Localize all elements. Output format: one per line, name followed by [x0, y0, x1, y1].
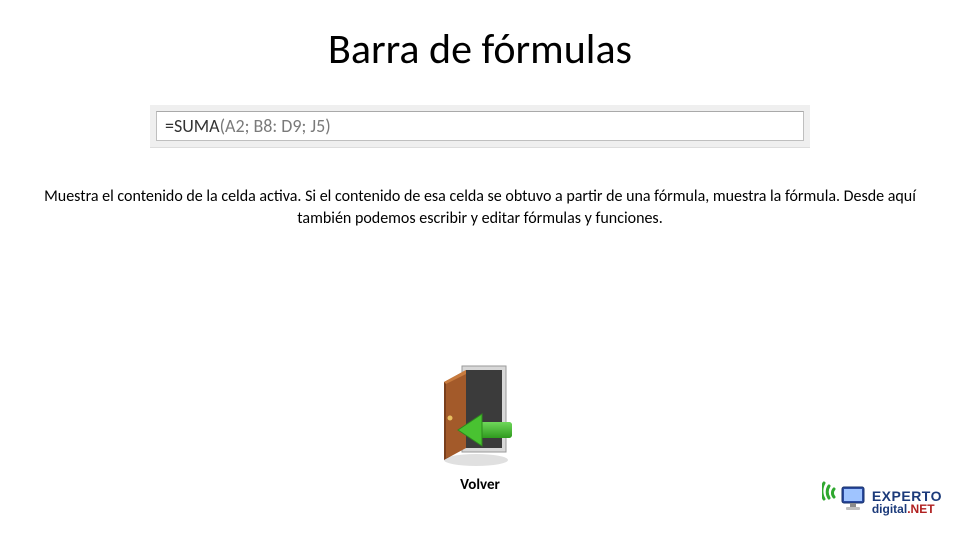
formula-input[interactable]: =SUMA(A2; B8: D9; J5): [156, 111, 804, 141]
formula-bar-container: =SUMA(A2; B8: D9; J5): [150, 105, 810, 148]
brand-line2-plain: digital: [872, 502, 907, 516]
door-back-icon: [432, 360, 528, 470]
formula-equals: =: [165, 112, 174, 140]
back-label: Volver: [432, 476, 528, 494]
description-text: Muestra el contenido de la celda activa.…: [36, 186, 924, 229]
back-button[interactable]: Volver: [432, 360, 528, 494]
formula-bar-background: =SUMA(A2; B8: D9; J5): [150, 105, 810, 148]
brand-line2: digital.NET: [872, 503, 942, 515]
wifi-monitor-icon: [822, 481, 866, 522]
brand-text: EXPERTO digital.NET: [872, 489, 942, 515]
brand-line2-accent: .NET: [907, 502, 934, 516]
formula-function-name: SUMA: [174, 112, 220, 140]
brand-logo: EXPERTO digital.NET: [822, 481, 942, 522]
page-title: Barra de fórmulas: [0, 0, 960, 75]
formula-arguments: (A2; B8: D9; J5): [220, 112, 331, 140]
brand-line1: EXPERTO: [872, 489, 942, 503]
